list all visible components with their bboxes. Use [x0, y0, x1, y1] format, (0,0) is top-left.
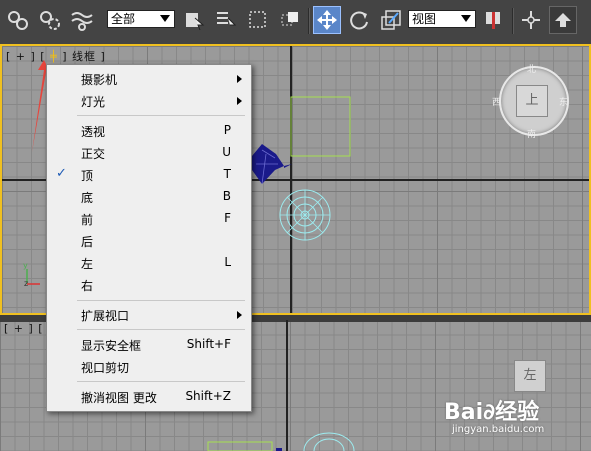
checkmark-icon: ✓ [56, 166, 67, 181]
menu-item-shortcut: U [222, 145, 231, 159]
rectangular-selection-icon[interactable] [244, 6, 272, 34]
menu-item-label: 正交 [81, 147, 106, 161]
menu-item-shortcut: T [223, 167, 231, 181]
watermark-url: jingyan.baidu.com [452, 424, 545, 435]
bind-to-space-warp-icon[interactable] [68, 6, 96, 34]
watermark-brand: Bai∂经验 [444, 400, 540, 425]
menu-item-undo-view-change[interactable]: 撤消视图 更改 Shift+Z [47, 386, 251, 408]
submenu-arrow-icon [237, 97, 242, 105]
menu-item-front[interactable]: 前 F [47, 208, 251, 230]
compass-east-label: 东 [559, 98, 569, 108]
selection-filter-value: 全部 [111, 12, 136, 26]
main-toolbar: 全部 视图 [0, 0, 591, 45]
menu-item-label: 视口剪切 [81, 361, 130, 375]
menu-separator [77, 115, 245, 116]
menu-item-label: 左 [81, 257, 94, 271]
viewport-pov-context-menu: 摄影机 灯光 透视 P 正交 U ✓ 顶 T 底 B 前 F 后 左 L 右 扩… [46, 64, 252, 412]
menu-item-back[interactable]: 后 [47, 230, 251, 252]
select-and-link-icon[interactable] [4, 6, 32, 34]
axis-tripod: y z [23, 261, 40, 288]
menu-item-shortcut: P [223, 123, 231, 137]
menu-item-viewport-clipping[interactable]: 视口剪切 [47, 356, 251, 378]
move-tool-icon[interactable] [313, 6, 341, 34]
reference-coordinate-dropdown[interactable]: 视图 [408, 10, 476, 28]
menu-item-left[interactable]: 左 L [47, 252, 251, 274]
chevron-down-icon [461, 15, 471, 22]
menu-item-right[interactable]: 右 [47, 274, 251, 296]
menu-item-label: 透视 [81, 125, 106, 139]
menu-item-orthographic[interactable]: 正交 U [47, 142, 251, 164]
menu-item-shortcut: Shift+F [186, 337, 231, 351]
scale-tool-icon[interactable] [377, 6, 405, 34]
chevron-down-icon [160, 15, 170, 22]
selection-filter-dropdown[interactable]: 全部 [107, 10, 175, 28]
menu-item-label: 右 [81, 279, 94, 293]
menu-item-shortcut: F [224, 211, 231, 225]
menu-item-label: 摄影机 [81, 73, 118, 87]
viewcube-top-face[interactable]: 上 [516, 85, 548, 117]
menu-separator [77, 329, 245, 330]
svg-text:z: z [24, 279, 28, 288]
menu-item-shortcut: Shift+Z [185, 389, 231, 403]
menu-separator [77, 300, 245, 301]
menu-item-shortcut: B [222, 189, 231, 203]
compass-south-label: 南 [527, 130, 537, 140]
menu-item-top[interactable]: ✓ 顶 T [47, 164, 251, 186]
menu-item-label: 扩展视口 [81, 309, 130, 323]
menu-item-lights[interactable]: 灯光 [47, 90, 251, 112]
rotate-tool-icon[interactable] [345, 6, 373, 34]
select-by-name-icon[interactable] [212, 6, 240, 34]
pivot-center-icon[interactable] [479, 6, 507, 34]
scene-sphere-object [279, 189, 331, 241]
menu-item-extended-viewports[interactable]: 扩展视口 [47, 304, 251, 326]
svg-text:y: y [23, 261, 28, 270]
menu-item-perspective[interactable]: 透视 P [47, 120, 251, 142]
select-and-manipulate-icon[interactable] [517, 6, 545, 34]
scene-teapot-object [252, 144, 292, 185]
reference-coordinate-value: 视图 [412, 12, 437, 26]
menu-separator [77, 381, 245, 382]
unlink-selection-icon[interactable] [36, 6, 64, 34]
menu-item-label: 底 [81, 191, 94, 205]
menu-item-label: 撤消视图 更改 [81, 391, 157, 405]
menu-item-label: 顶 [81, 169, 94, 183]
toolbar-divider [512, 8, 514, 34]
compass-west-label: 西 [492, 98, 502, 108]
menu-item-camera[interactable]: 摄影机 [47, 68, 251, 90]
submenu-arrow-icon [237, 75, 242, 83]
scene-box-object [290, 96, 351, 157]
menu-item-bottom[interactable]: 底 B [47, 186, 251, 208]
menu-item-shortcut: L [224, 255, 231, 269]
menu-item-label: 后 [81, 235, 94, 249]
menu-item-show-safe-frame[interactable]: 显示安全框 Shift+F [47, 334, 251, 356]
menu-item-label: 灯光 [81, 95, 106, 109]
viewcube-left-face[interactable]: 左 [514, 360, 546, 392]
baidu-jingyan-watermark: Bai∂经验 jingyan.baidu.com [444, 394, 544, 435]
submenu-arrow-icon [237, 311, 242, 319]
toolbar-divider [308, 8, 310, 34]
keyboard-shortcut-override-icon[interactable] [549, 6, 577, 34]
menu-item-label: 显示安全框 [81, 339, 142, 353]
select-object-icon[interactable] [180, 6, 208, 34]
compass-north-label: 北 [527, 65, 537, 75]
menu-item-label: 前 [81, 213, 94, 227]
window-crossing-icon[interactable] [276, 6, 304, 34]
